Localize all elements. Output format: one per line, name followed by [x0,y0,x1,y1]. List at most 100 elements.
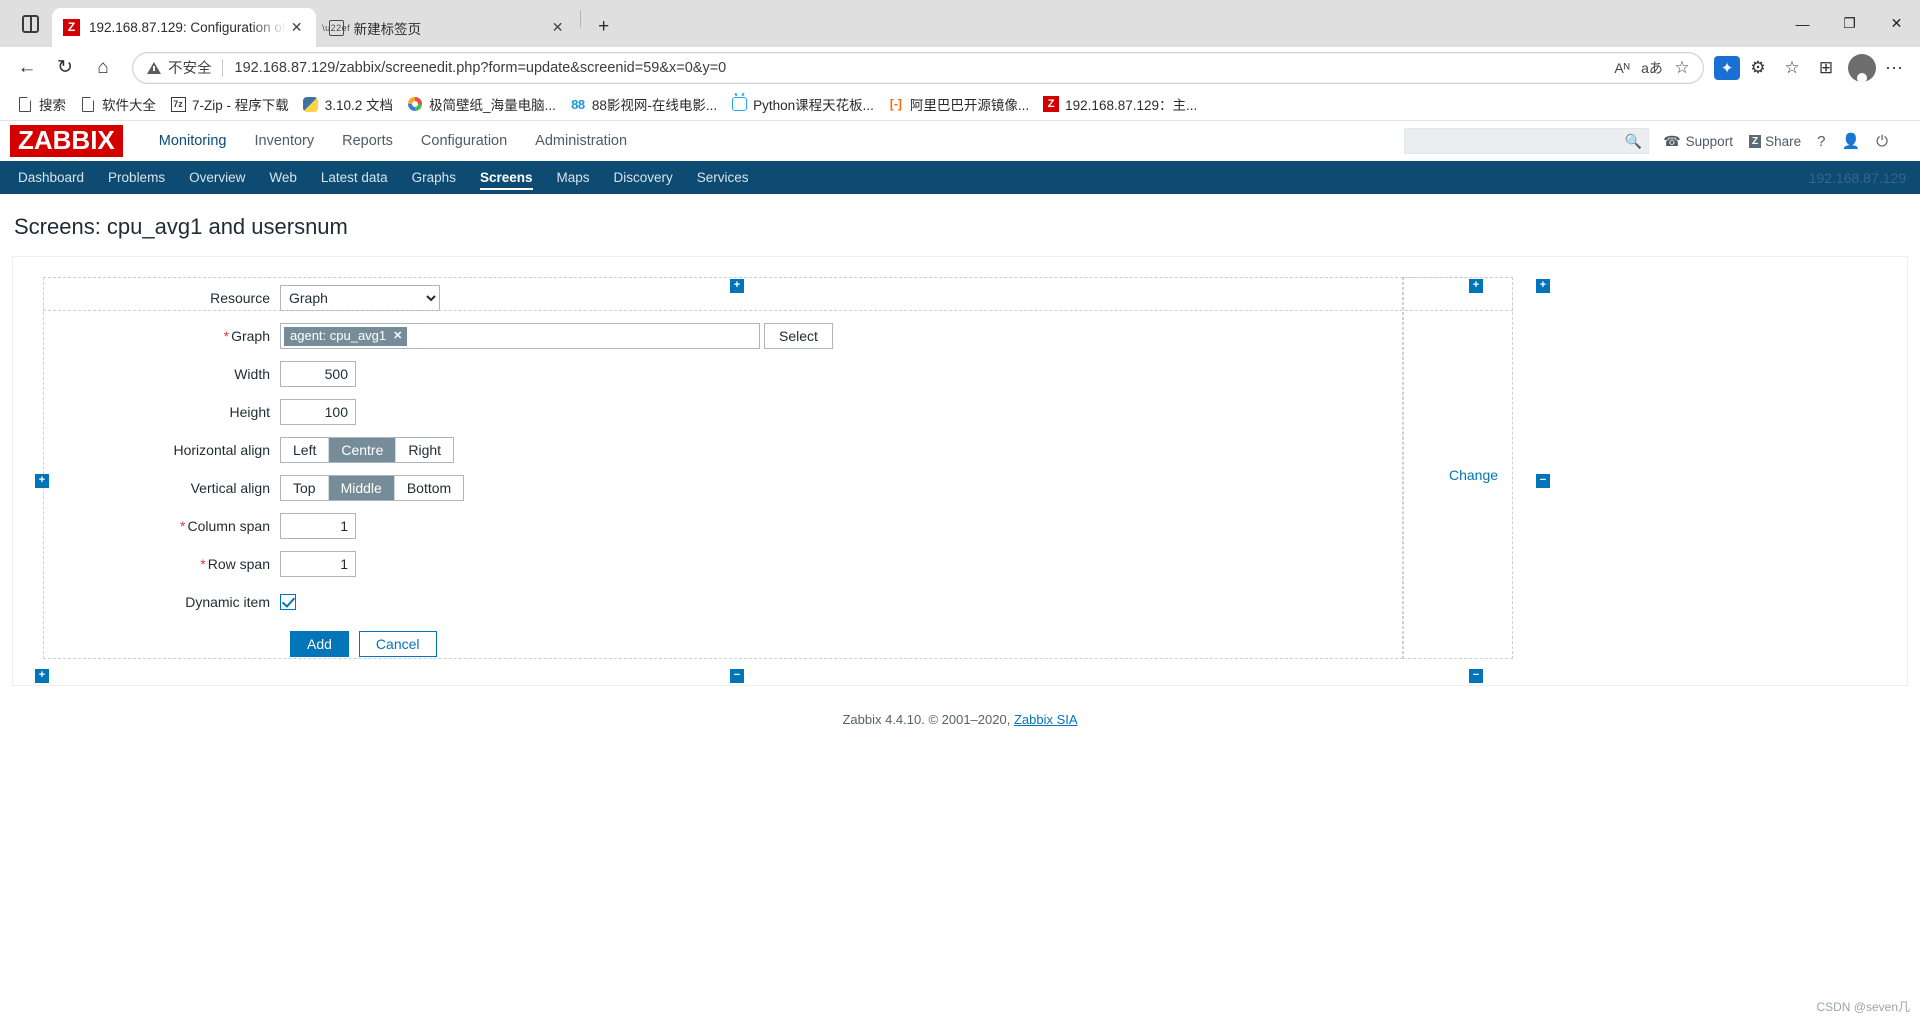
sub-navigation: Dashboard Problems Overview Web Latest d… [0,161,1920,194]
bookmark-label-4: 极简壁纸_海量电脑... [429,98,556,113]
add-column-button-top[interactable]: + [730,279,744,293]
bookmark-label-0: 搜索 [39,98,66,113]
wallpaper-icon [407,96,423,112]
add-favorite-icon[interactable]: ☆ [1667,54,1697,82]
collections-icon[interactable]: ⊞ [1810,52,1842,84]
omnibox-divider [221,58,223,77]
browser-tab-1[interactable]: Z 192.168.87.129: Configuration of ✕ [52,8,316,47]
bookmark-label-6: Python课程天花板... [753,98,874,113]
newtab-favicon: \u22ef [322,19,350,36]
global-search[interactable]: 🔍 [1404,128,1650,154]
bookmark-item-0[interactable]: 搜索 [10,91,73,117]
bookmark-item-7[interactable]: [-] 阿里巴巴开源镜像... [881,91,1036,117]
bookmark-item-3[interactable]: 3.10.2 文档 [296,91,400,117]
user-profile-icon[interactable]: 👤 [1841,132,1860,150]
watermark-text: CSDN @seven几 [1816,1000,1910,1014]
bookmark-label-3: 3.10.2 文档 [324,98,394,113]
bookmark-item-6[interactable]: Python课程天花板... [724,91,881,117]
profile-avatar[interactable] [1848,53,1876,82]
close-tab-2-icon[interactable]: ✕ [547,17,569,39]
close-window-button[interactable]: ✕ [1873,0,1920,47]
dynamic-item-checkbox[interactable] [280,594,296,610]
share-label: Share [1765,133,1802,149]
subnav-item-maps[interactable]: Maps [545,161,602,194]
share-link[interactable]: Z Share [1748,133,1802,149]
search-icon[interactable]: 🔍 [1625,133,1642,150]
page-title: Screens: cpu_avg1 and usersnum [0,194,1920,256]
help-icon[interactable]: ? [1817,133,1825,150]
refresh-button[interactable]: ↻ [48,51,82,85]
menu-item-inventory[interactable]: Inventory [240,121,328,161]
python-icon [303,96,319,112]
bookmark-item-1[interactable]: 软件大全 [73,91,163,117]
add-row-button-bottom-left[interactable]: + [35,669,49,683]
bookmark-item-5[interactable]: 88 88影视网-在线电影... [563,91,724,117]
subnav-item-services[interactable]: Services [685,161,761,194]
current-host-label: 192.168.87.129 [1808,169,1906,186]
sevenzip-icon: 7z [170,96,186,112]
subnav-item-discovery[interactable]: Discovery [602,161,685,194]
menu-item-reports[interactable]: Reports [328,121,407,161]
browser-tab-2[interactable]: \u22ef 新建标签页 ✕ [316,8,577,47]
bookmark-item-4[interactable]: 极简壁纸_海量电脑... [400,91,563,117]
new-tab-button[interactable]: + [589,12,619,42]
change-link[interactable]: Change [1449,467,1498,483]
subnav-item-latest-data[interactable]: Latest data [309,161,400,194]
search-input[interactable] [1411,132,1625,150]
back-button[interactable]: ← [10,51,44,85]
home-button[interactable]: ⌂ [86,51,120,85]
subnav-item-screens[interactable]: Screens [468,161,545,194]
read-aloud-icon[interactable]: Aᴺ [1607,54,1637,82]
extensions-icon[interactable]: ⚙ [1742,52,1774,84]
footer-text: Zabbix 4.4.10. © 2001–2020, [842,712,1014,727]
settings-and-more-icon[interactable]: ··· [1878,52,1910,84]
menu-item-monitoring[interactable]: Monitoring [145,121,241,161]
add-column-button-far-right[interactable]: + [1536,279,1550,293]
omnibox-actions: Aᴺ aあ ☆ [1607,54,1697,82]
headset-icon: ☎ [1663,132,1681,149]
url-text[interactable]: 192.168.87.129/zabbix/screenedit.php?for… [235,60,1608,76]
remove-row-button-bottom-right[interactable]: − [1469,669,1483,683]
favorites-icon[interactable]: ☆ [1776,52,1808,84]
remove-column-button-right[interactable]: − [1536,474,1550,488]
subnav-item-graphs[interactable]: Graphs [400,161,468,194]
screen-edit-container: + + + + − + − − Change Resource Graph * … [12,256,1908,686]
alibaba-icon: [-] [889,97,902,111]
browser-window: Z 192.168.87.129: Configuration of ✕ \u2… [0,0,1920,1021]
bilibili-icon [731,96,747,112]
translate-icon[interactable]: aあ [1637,54,1667,82]
page-footer: Zabbix 4.4.10. © 2001–2020, Zabbix SIA [0,686,1920,727]
screen-grid: + + + + − + − − Change Resource Graph * … [25,267,1895,683]
subnav-item-web[interactable]: Web [257,161,309,194]
browser-tab-2-title: 新建标签页 [353,21,422,37]
subnav-item-dashboard[interactable]: Dashboard [6,161,96,194]
bookmark-item-2[interactable]: 7z 7-Zip - 程序下载 [163,91,296,117]
add-column-button-top-right[interactable]: + [1469,279,1483,293]
zabbix-logo[interactable]: ZABBIX [10,125,123,157]
remove-row-button-bottom[interactable]: − [730,669,744,683]
bookmark-item-8[interactable]: Z 192.168.87.129：主... [1036,91,1204,117]
subnav-item-problems[interactable]: Problems [96,161,177,194]
minimize-button[interactable]: — [1779,0,1826,47]
address-bar[interactable]: 不安全 192.168.87.129/zabbix/screenedit.php… [132,51,1704,84]
zabbix-icon: Z [1043,96,1060,112]
maximize-button[interactable]: ❐ [1826,0,1873,47]
support-link[interactable]: ☎ Support [1663,133,1733,150]
subnav-item-overview[interactable]: Overview [177,161,257,194]
zabbix-share-icon: Z [1748,134,1762,148]
sign-out-icon[interactable]: ⏻ [1876,133,1888,150]
window-controls: — ❐ ✕ [1779,0,1920,47]
tab-strip: Z 192.168.87.129: Configuration of ✕ \u2… [0,0,1920,47]
browser-tab-1-title: 192.168.87.129: Configuration of [89,20,286,35]
menu-item-administration[interactable]: Administration [521,121,641,161]
close-tab-1-icon[interactable]: ✕ [286,17,308,39]
tab-actions-icon [21,14,39,33]
menu-item-configuration[interactable]: Configuration [407,121,521,161]
copilot-icon[interactable]: ✦ [1714,55,1740,80]
add-row-button-left[interactable]: + [35,474,49,488]
bookmark-label-1: 软件大全 [102,98,156,113]
zabbix-sia-link[interactable]: Zabbix SIA [1014,712,1078,727]
bookmark-label-7: 阿里巴巴开源镜像... [909,98,1030,113]
tab-actions-button[interactable] [8,0,52,47]
zabbix-favicon: Z [63,19,80,36]
